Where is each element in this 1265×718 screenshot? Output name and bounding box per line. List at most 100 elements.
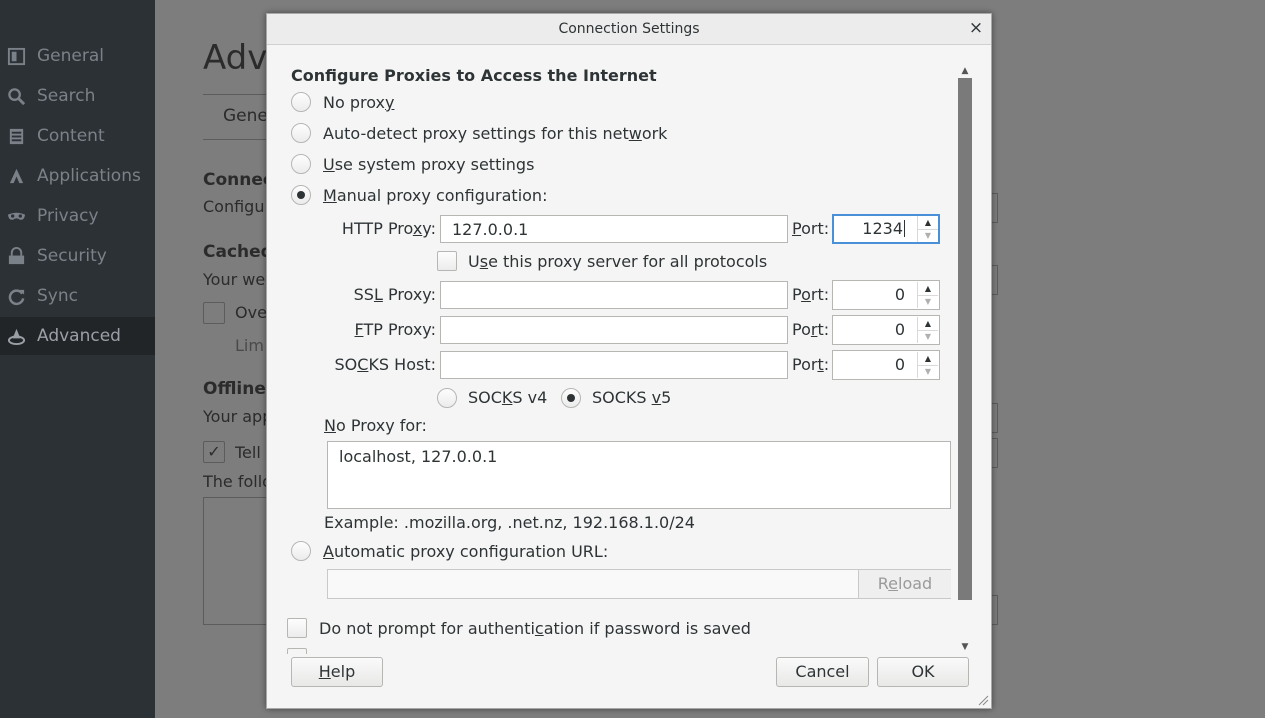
system-proxy-label[interactable]: Use system proxy settings bbox=[323, 155, 534, 174]
sidebar-item-advanced[interactable]: Advanced bbox=[0, 317, 155, 355]
content-icon bbox=[6, 126, 26, 146]
preferences-sidebar: General Search Content Applications Priv… bbox=[0, 0, 155, 718]
port-decrement-button[interactable]: ▼ bbox=[918, 330, 938, 343]
cached-heading: Cached bbox=[203, 242, 273, 262]
connection-heading: Connec bbox=[203, 170, 273, 190]
port-decrement-button[interactable]: ▼ bbox=[918, 229, 938, 242]
ftp-proxy-input[interactable] bbox=[440, 316, 788, 344]
http-port-label: Port: bbox=[792, 219, 830, 238]
use-for-all-checkbox[interactable] bbox=[437, 251, 457, 271]
bg-right-edge bbox=[991, 265, 998, 295]
port-decrement-button[interactable]: ▼ bbox=[918, 295, 938, 308]
http-proxy-input[interactable]: 127.0.0.1 bbox=[440, 215, 788, 243]
port-decrement-button[interactable]: ▼ bbox=[918, 365, 938, 378]
tell-label: Tell bbox=[235, 443, 261, 462]
resize-grip-icon[interactable] bbox=[977, 694, 989, 706]
override-checkbox[interactable] bbox=[203, 302, 225, 324]
no-proxy-for-textarea[interactable]: localhost, 127.0.0.1 bbox=[327, 441, 951, 509]
manual-proxy-label[interactable]: Manual proxy configuration: bbox=[323, 186, 547, 205]
dialog-titlebar[interactable]: Connection Settings × bbox=[267, 14, 991, 45]
auto-url-radio[interactable] bbox=[291, 541, 311, 561]
override-label: Ove bbox=[235, 303, 267, 322]
no-proxy-example: Example: .mozilla.org, .net.nz, 192.168.… bbox=[324, 513, 695, 532]
socks-host-label: SOCKS Host: bbox=[334, 355, 436, 374]
privacy-mask-icon bbox=[6, 206, 26, 226]
port-increment-button[interactable]: ▲ bbox=[918, 352, 938, 366]
no-proxy-radio[interactable] bbox=[291, 92, 311, 112]
manual-proxy-radio[interactable] bbox=[291, 185, 311, 205]
ftp-port-stepper[interactable]: 0 ▲ ▼ bbox=[832, 315, 940, 345]
general-icon bbox=[6, 46, 26, 66]
sidebar-item-security[interactable]: Security bbox=[0, 237, 155, 275]
socks-v5-radio[interactable] bbox=[561, 388, 581, 408]
ssl-port-label: Port: bbox=[792, 285, 830, 304]
security-lock-icon bbox=[6, 246, 26, 266]
no-proxy-for-label: No Proxy for: bbox=[324, 416, 427, 435]
search-icon bbox=[6, 86, 26, 106]
bg-right-edge bbox=[991, 193, 998, 223]
offline-description: Your app bbox=[203, 407, 273, 426]
http-proxy-label: HTTP Proxy: bbox=[341, 219, 436, 238]
help-button[interactable]: Help bbox=[291, 657, 383, 687]
sidebar-item-label: Search bbox=[37, 86, 96, 106]
socks-v4-label[interactable]: SOCKS v4 bbox=[468, 388, 547, 407]
ssl-proxy-input[interactable] bbox=[440, 281, 788, 309]
connection-description: Configu bbox=[203, 197, 265, 216]
ftp-proxy-label: FTP Proxy: bbox=[354, 320, 436, 339]
scrollbar-thumb[interactable] bbox=[958, 78, 972, 600]
tab-general[interactable]: Gene bbox=[223, 106, 268, 126]
applications-icon bbox=[6, 166, 26, 186]
bg-right-edge bbox=[991, 438, 998, 468]
bg-right-edge bbox=[991, 595, 998, 625]
socks-port-stepper[interactable]: 0 ▲ ▼ bbox=[832, 350, 940, 380]
ssl-port-stepper[interactable]: 0 ▲ ▼ bbox=[832, 280, 940, 310]
following-label: The follo bbox=[203, 472, 272, 491]
dialog-title: Connection Settings bbox=[558, 21, 700, 37]
limit-label: Lim bbox=[235, 336, 264, 355]
offline-apps-list[interactable] bbox=[203, 497, 275, 625]
port-increment-button[interactable]: ▲ bbox=[918, 317, 938, 331]
system-proxy-radio[interactable] bbox=[291, 154, 311, 174]
cached-description: Your we bbox=[203, 270, 266, 289]
socks-host-input[interactable] bbox=[440, 351, 788, 379]
sidebar-item-label: Advanced bbox=[37, 326, 121, 346]
offline-heading: Offline bbox=[203, 379, 266, 399]
no-proxy-label[interactable]: No proxy bbox=[323, 93, 394, 112]
http-port-stepper[interactable]: 1234 ▲ ▼ bbox=[832, 214, 940, 244]
sidebar-item-label: Security bbox=[37, 246, 107, 266]
tell-checkbox[interactable]: ✓ bbox=[203, 441, 225, 463]
sidebar-item-content[interactable]: Content bbox=[0, 117, 155, 155]
auto-url-label[interactable]: Automatic proxy configuration URL: bbox=[323, 542, 608, 561]
auto-detect-radio[interactable] bbox=[291, 123, 311, 143]
close-button[interactable]: × bbox=[967, 18, 985, 38]
reload-button[interactable]: Reload bbox=[858, 570, 951, 598]
sidebar-item-label: Content bbox=[37, 126, 105, 146]
section-heading: Configure Proxies to Access the Internet bbox=[291, 66, 657, 85]
sidebar-item-general[interactable]: General bbox=[0, 37, 155, 75]
auto-detect-label[interactable]: Auto-detect proxy settings for this netw… bbox=[323, 124, 667, 143]
auto-url-input[interactable]: Reload bbox=[327, 569, 951, 599]
sidebar-item-applications[interactable]: Applications bbox=[0, 157, 155, 195]
sidebar-item-label: Sync bbox=[37, 286, 78, 306]
socks-port-label: Port: bbox=[792, 355, 830, 374]
sidebar-item-label: General bbox=[37, 46, 104, 66]
scroll-up-arrow[interactable]: ▲ bbox=[958, 65, 972, 77]
advanced-wizard-icon bbox=[6, 326, 26, 346]
ssl-proxy-label: SSL Proxy: bbox=[353, 285, 436, 304]
port-increment-button[interactable]: ▲ bbox=[918, 216, 938, 230]
socks-v4-radio[interactable] bbox=[437, 388, 457, 408]
sidebar-item-label: Privacy bbox=[37, 206, 99, 226]
port-increment-button[interactable]: ▲ bbox=[918, 282, 938, 296]
use-for-all-label[interactable]: Use this proxy server for all protocols bbox=[468, 252, 767, 271]
no-prompt-auth-label[interactable]: Do not prompt for authentication if pass… bbox=[319, 619, 751, 638]
cancel-button[interactable]: Cancel bbox=[776, 657, 869, 687]
sidebar-item-search[interactable]: Search bbox=[0, 77, 155, 115]
sidebar-item-privacy[interactable]: Privacy bbox=[0, 197, 155, 235]
socks-v5-label[interactable]: SOCKS v5 bbox=[592, 388, 671, 407]
sidebar-item-label: Applications bbox=[37, 166, 141, 186]
sync-icon bbox=[6, 286, 26, 306]
scroll-down-arrow[interactable]: ▼ bbox=[958, 641, 972, 653]
sidebar-item-sync[interactable]: Sync bbox=[0, 277, 155, 315]
ok-button[interactable]: OK bbox=[877, 657, 969, 687]
no-prompt-auth-checkbox[interactable] bbox=[287, 618, 307, 638]
